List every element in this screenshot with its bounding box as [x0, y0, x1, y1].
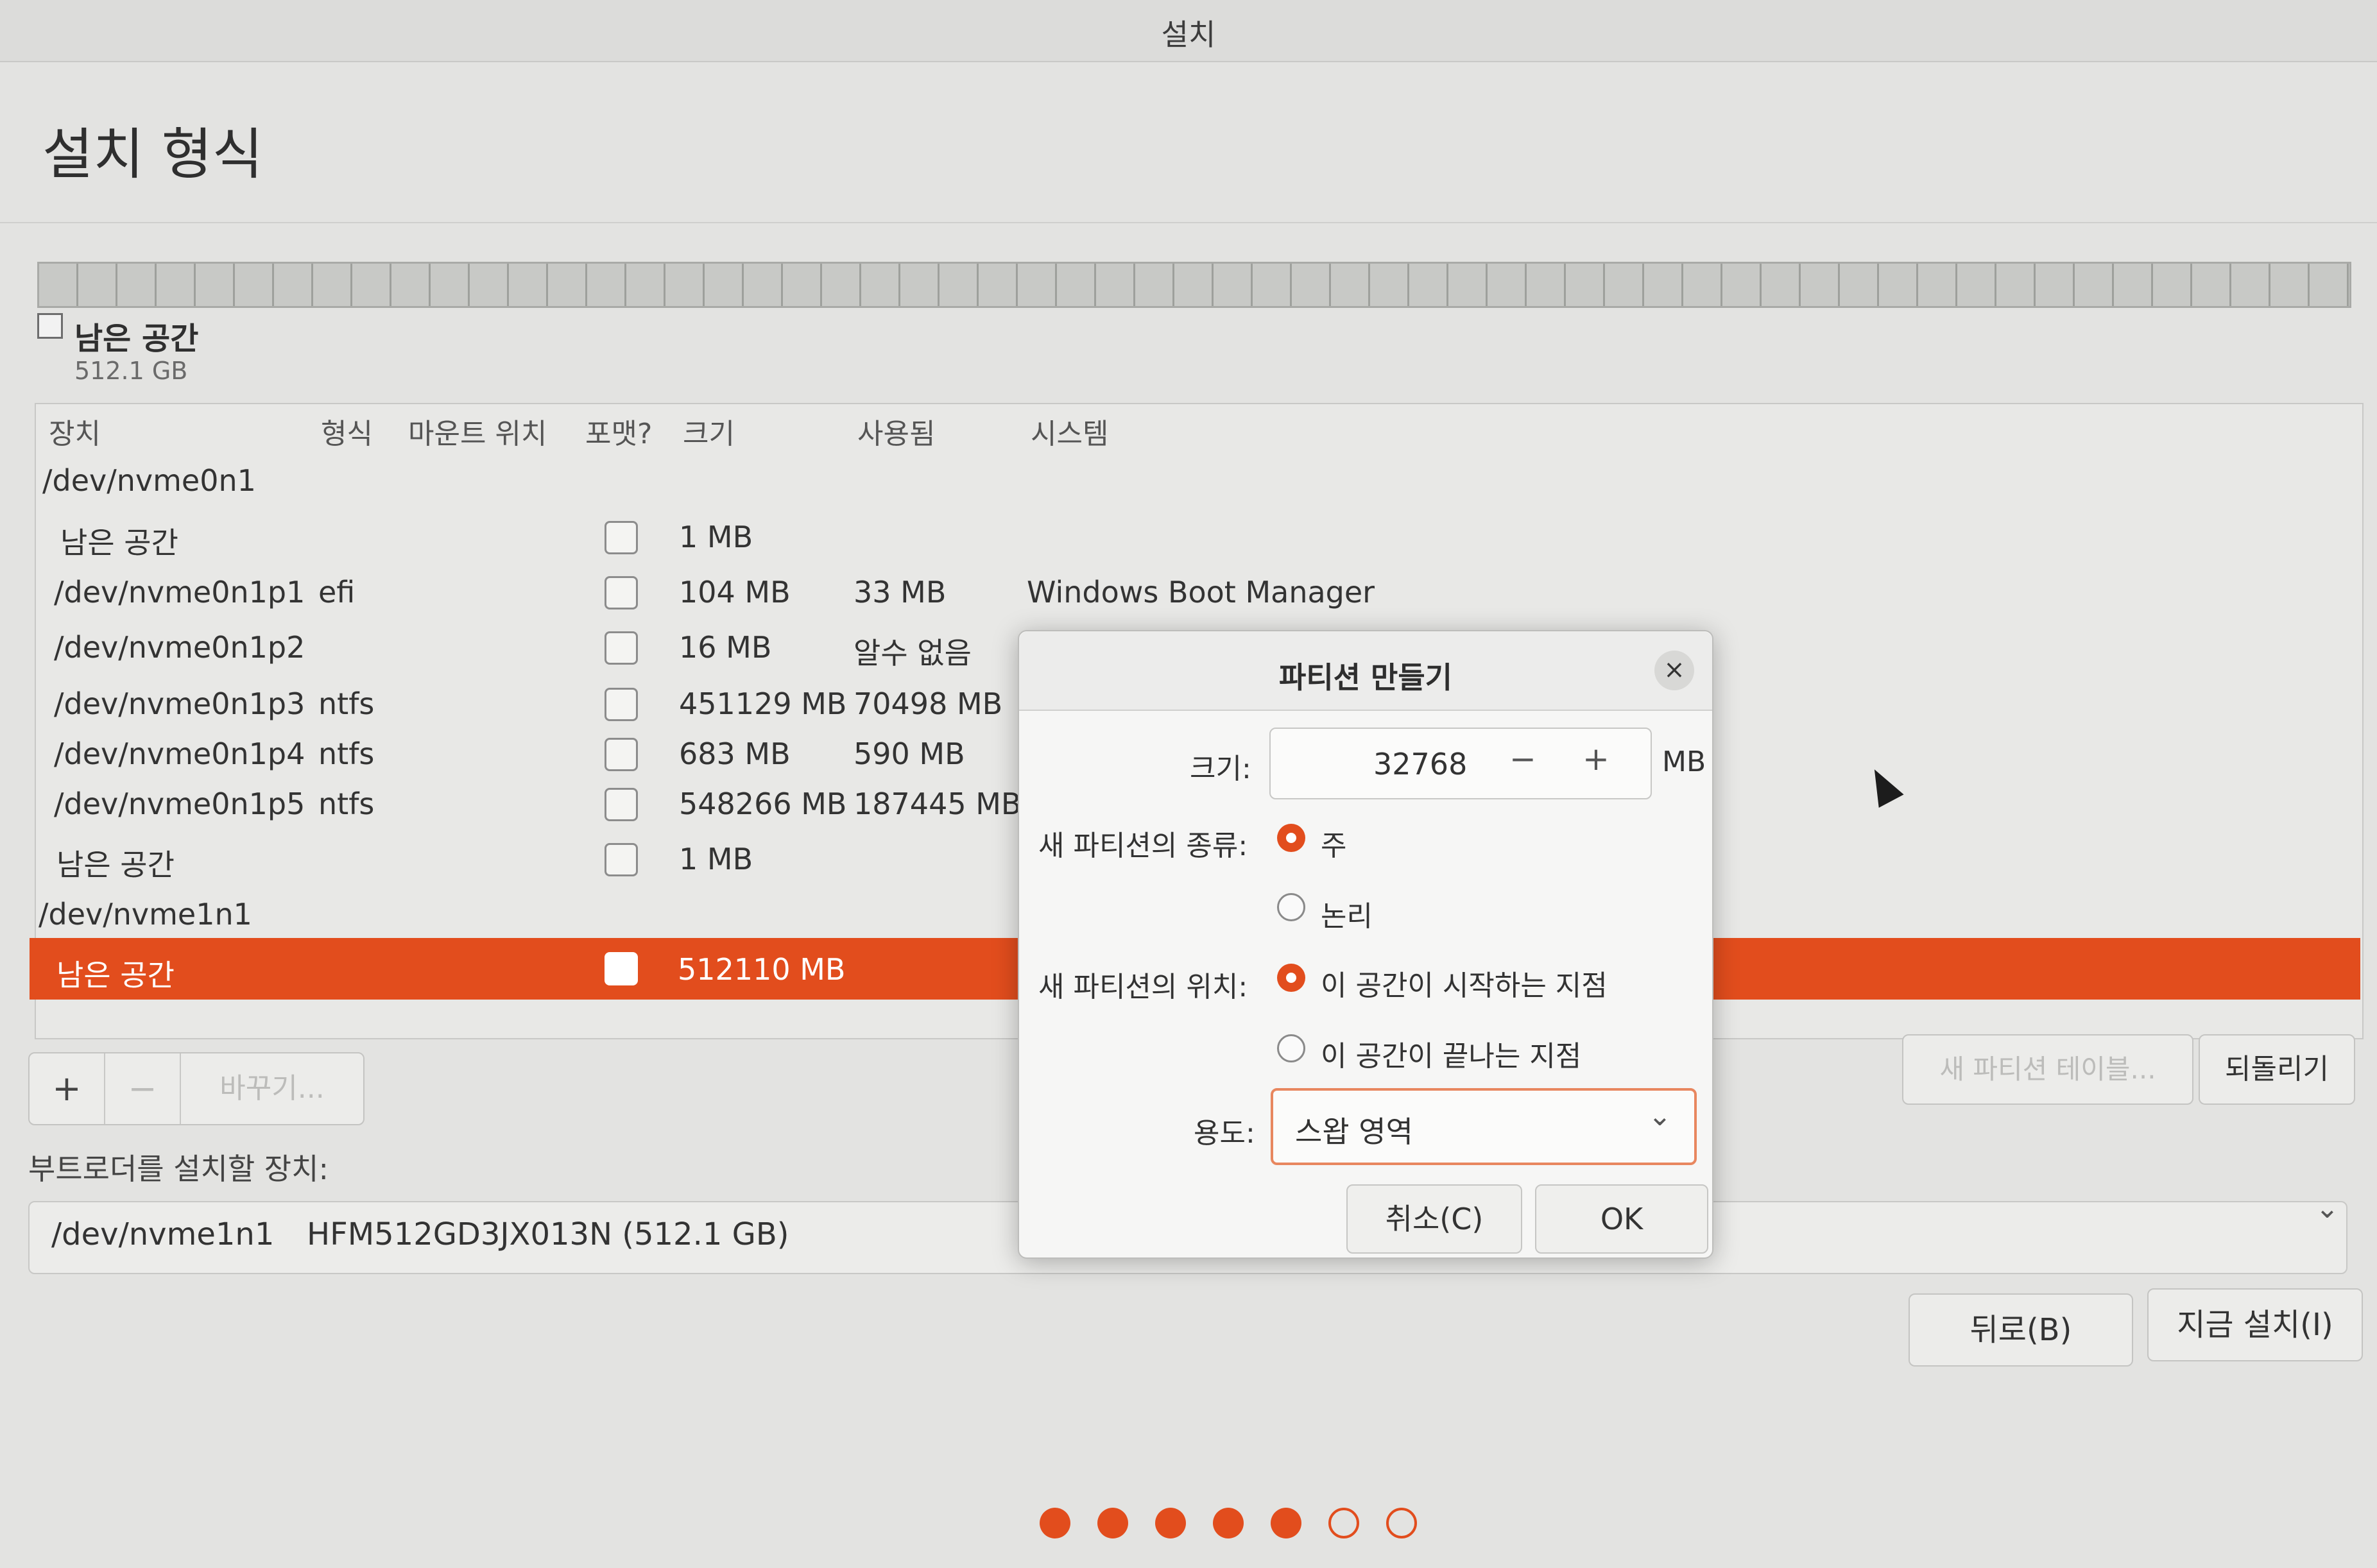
size-unit: MB — [1662, 746, 1706, 778]
use-as-value: 스왑 영역 — [1295, 1114, 1413, 1149]
increment-button[interactable]: + — [1583, 740, 1609, 778]
chevron-down-icon: ⌄ — [1648, 1100, 1672, 1132]
header-used: 사용됨 — [857, 418, 936, 450]
device-cell: /dev/nvme1n1 — [39, 897, 252, 932]
partition-bar — [37, 262, 2351, 308]
size-cell: 1 MB — [679, 520, 753, 554]
dialog-header: 파티션 만들기 × — [1019, 631, 1712, 711]
header-mount: 마운트 위치 — [408, 418, 547, 450]
header-device: 장치 — [49, 418, 101, 450]
radio-location-start[interactable] — [1277, 964, 1305, 992]
cancel-button[interactable]: 취소(C) — [1346, 1184, 1522, 1254]
remove-partition-button[interactable]: − — [105, 1053, 180, 1124]
used-cell: 590 MB — [854, 737, 965, 771]
progress-dot-complete — [1040, 1508, 1070, 1538]
type-cell: ntfs — [318, 686, 375, 721]
install-now-button[interactable]: 지금 설치(I) — [2147, 1288, 2363, 1361]
radio-logical[interactable] — [1277, 893, 1305, 921]
used-cell: 187445 MB — [854, 787, 1022, 821]
create-partition-dialog: 파티션 만들기 × 크기: 32768 − + MB 새 파티션의 종류: 주 … — [1018, 630, 1713, 1259]
progress-dot-complete — [1155, 1508, 1186, 1538]
device-cell: /dev/nvme0n1p3 — [54, 686, 305, 721]
partition-type-label: 새 파티션의 종류: — [1038, 830, 1248, 862]
bootloader-device: /dev/nvme1n1 — [51, 1216, 275, 1252]
used-cell: 알수 없음 — [854, 636, 972, 670]
device-cell: /dev/nvme0n1p1 — [54, 575, 305, 609]
primary-option-label[interactable]: 주 — [1321, 822, 1346, 864]
progress-dot-complete — [1097, 1508, 1128, 1538]
page-title: 설치 형식 — [42, 123, 263, 187]
format-checkbox[interactable] — [605, 688, 638, 721]
progress-dot-complete — [1213, 1508, 1244, 1538]
system-cell: Windows Boot Manager — [1027, 575, 1375, 609]
header-format: 포맷? — [585, 418, 653, 450]
header-size: 크기 — [683, 418, 735, 450]
format-checkbox[interactable] — [605, 521, 638, 554]
type-cell: ntfs — [318, 787, 375, 821]
legend-label: 남은 공간 — [74, 321, 199, 357]
table-row[interactable]: /dev/nvme0n1p1 efi 104 MB 33 MB Windows … — [35, 565, 2361, 620]
size-cell: 104 MB — [679, 575, 791, 609]
size-cell: 451129 MB — [679, 686, 847, 721]
table-row[interactable]: /dev/nvme0n1 — [35, 454, 2361, 509]
use-as-label: 용도: — [1194, 1117, 1255, 1150]
size-cell: 16 MB — [679, 630, 772, 665]
decrement-button[interactable]: − — [1509, 740, 1536, 778]
back-button[interactable]: 뒤로(B) — [1909, 1293, 2133, 1367]
change-partition-button[interactable]: 바꾸기... — [181, 1053, 363, 1124]
size-value[interactable]: 32768 — [1373, 747, 1467, 781]
revert-button[interactable]: 되돌리기 — [2199, 1034, 2355, 1105]
table-row[interactable]: 남은 공간 1 MB — [35, 509, 2361, 565]
device-cell: 남은 공간 — [56, 848, 175, 882]
partition-location-label: 새 파티션의 위치: — [1038, 971, 1248, 1003]
legend-swatch — [37, 313, 63, 339]
close-icon[interactable]: × — [1654, 651, 1694, 690]
window-title: 설치 — [1161, 17, 1216, 52]
bootloader-model: HFM512GD3JX013N (512.1 GB) — [307, 1216, 789, 1252]
title-bar: 설치 — [0, 0, 2377, 62]
progress-dot-pending — [1328, 1508, 1359, 1538]
device-cell: /dev/nvme0n1p2 — [54, 630, 305, 665]
device-cell: /dev/nvme0n1 — [42, 463, 256, 498]
dialog-title: 파티션 만들기 — [1279, 660, 1452, 695]
size-cell: 548266 MB — [679, 787, 847, 821]
logical-option-label[interactable]: 논리 — [1321, 893, 1373, 934]
bootloader-label: 부트로더를 설치할 장치: — [28, 1152, 329, 1186]
radio-primary[interactable] — [1277, 824, 1305, 852]
size-label: 크기: — [1190, 753, 1251, 785]
format-checkbox[interactable] — [605, 952, 638, 985]
ok-button[interactable]: OK — [1535, 1184, 1708, 1254]
divider — [0, 222, 2377, 223]
format-checkbox[interactable] — [605, 843, 638, 876]
header-type: 형식 — [321, 418, 373, 450]
new-partition-table-button[interactable]: 새 파티션 테이블... — [1902, 1034, 2193, 1105]
device-cell: /dev/nvme0n1p5 — [54, 787, 305, 821]
type-cell: ntfs — [318, 737, 375, 771]
device-cell: 남은 공간 — [60, 525, 178, 560]
progress-dot-complete — [1271, 1508, 1301, 1538]
format-checkbox[interactable] — [605, 576, 638, 609]
format-checkbox[interactable] — [605, 738, 638, 771]
partition-toolbar: + − 바꾸기... — [28, 1052, 365, 1125]
use-as-select[interactable]: 스왑 영역 ⌄ — [1271, 1088, 1697, 1165]
chevron-down-icon: ⌄ — [2315, 1192, 2339, 1225]
legend-size: 512.1 GB — [74, 357, 188, 385]
size-cell: 1 MB — [679, 842, 753, 876]
location-start-label[interactable]: 이 공간이 시작하는 지점 — [1321, 962, 1608, 1003]
used-cell: 70498 MB — [854, 686, 1003, 721]
location-end-label[interactable]: 이 공간이 끝나는 지점 — [1321, 1033, 1581, 1074]
used-cell: 33 MB — [854, 575, 947, 609]
format-checkbox[interactable] — [605, 788, 638, 821]
device-cell: /dev/nvme0n1p4 — [54, 737, 305, 771]
header-system: 시스템 — [1031, 418, 1109, 450]
size-stepper[interactable]: 32768 − + — [1269, 728, 1652, 799]
size-cell: 512110 MB — [678, 952, 846, 987]
device-cell: 남은 공간 — [56, 958, 175, 993]
type-cell: efi — [318, 575, 356, 609]
size-cell: 683 MB — [679, 737, 791, 771]
add-partition-button[interactable]: + — [30, 1053, 104, 1124]
progress-dot-pending — [1386, 1508, 1417, 1538]
format-checkbox[interactable] — [605, 631, 638, 665]
radio-location-end[interactable] — [1277, 1034, 1305, 1062]
